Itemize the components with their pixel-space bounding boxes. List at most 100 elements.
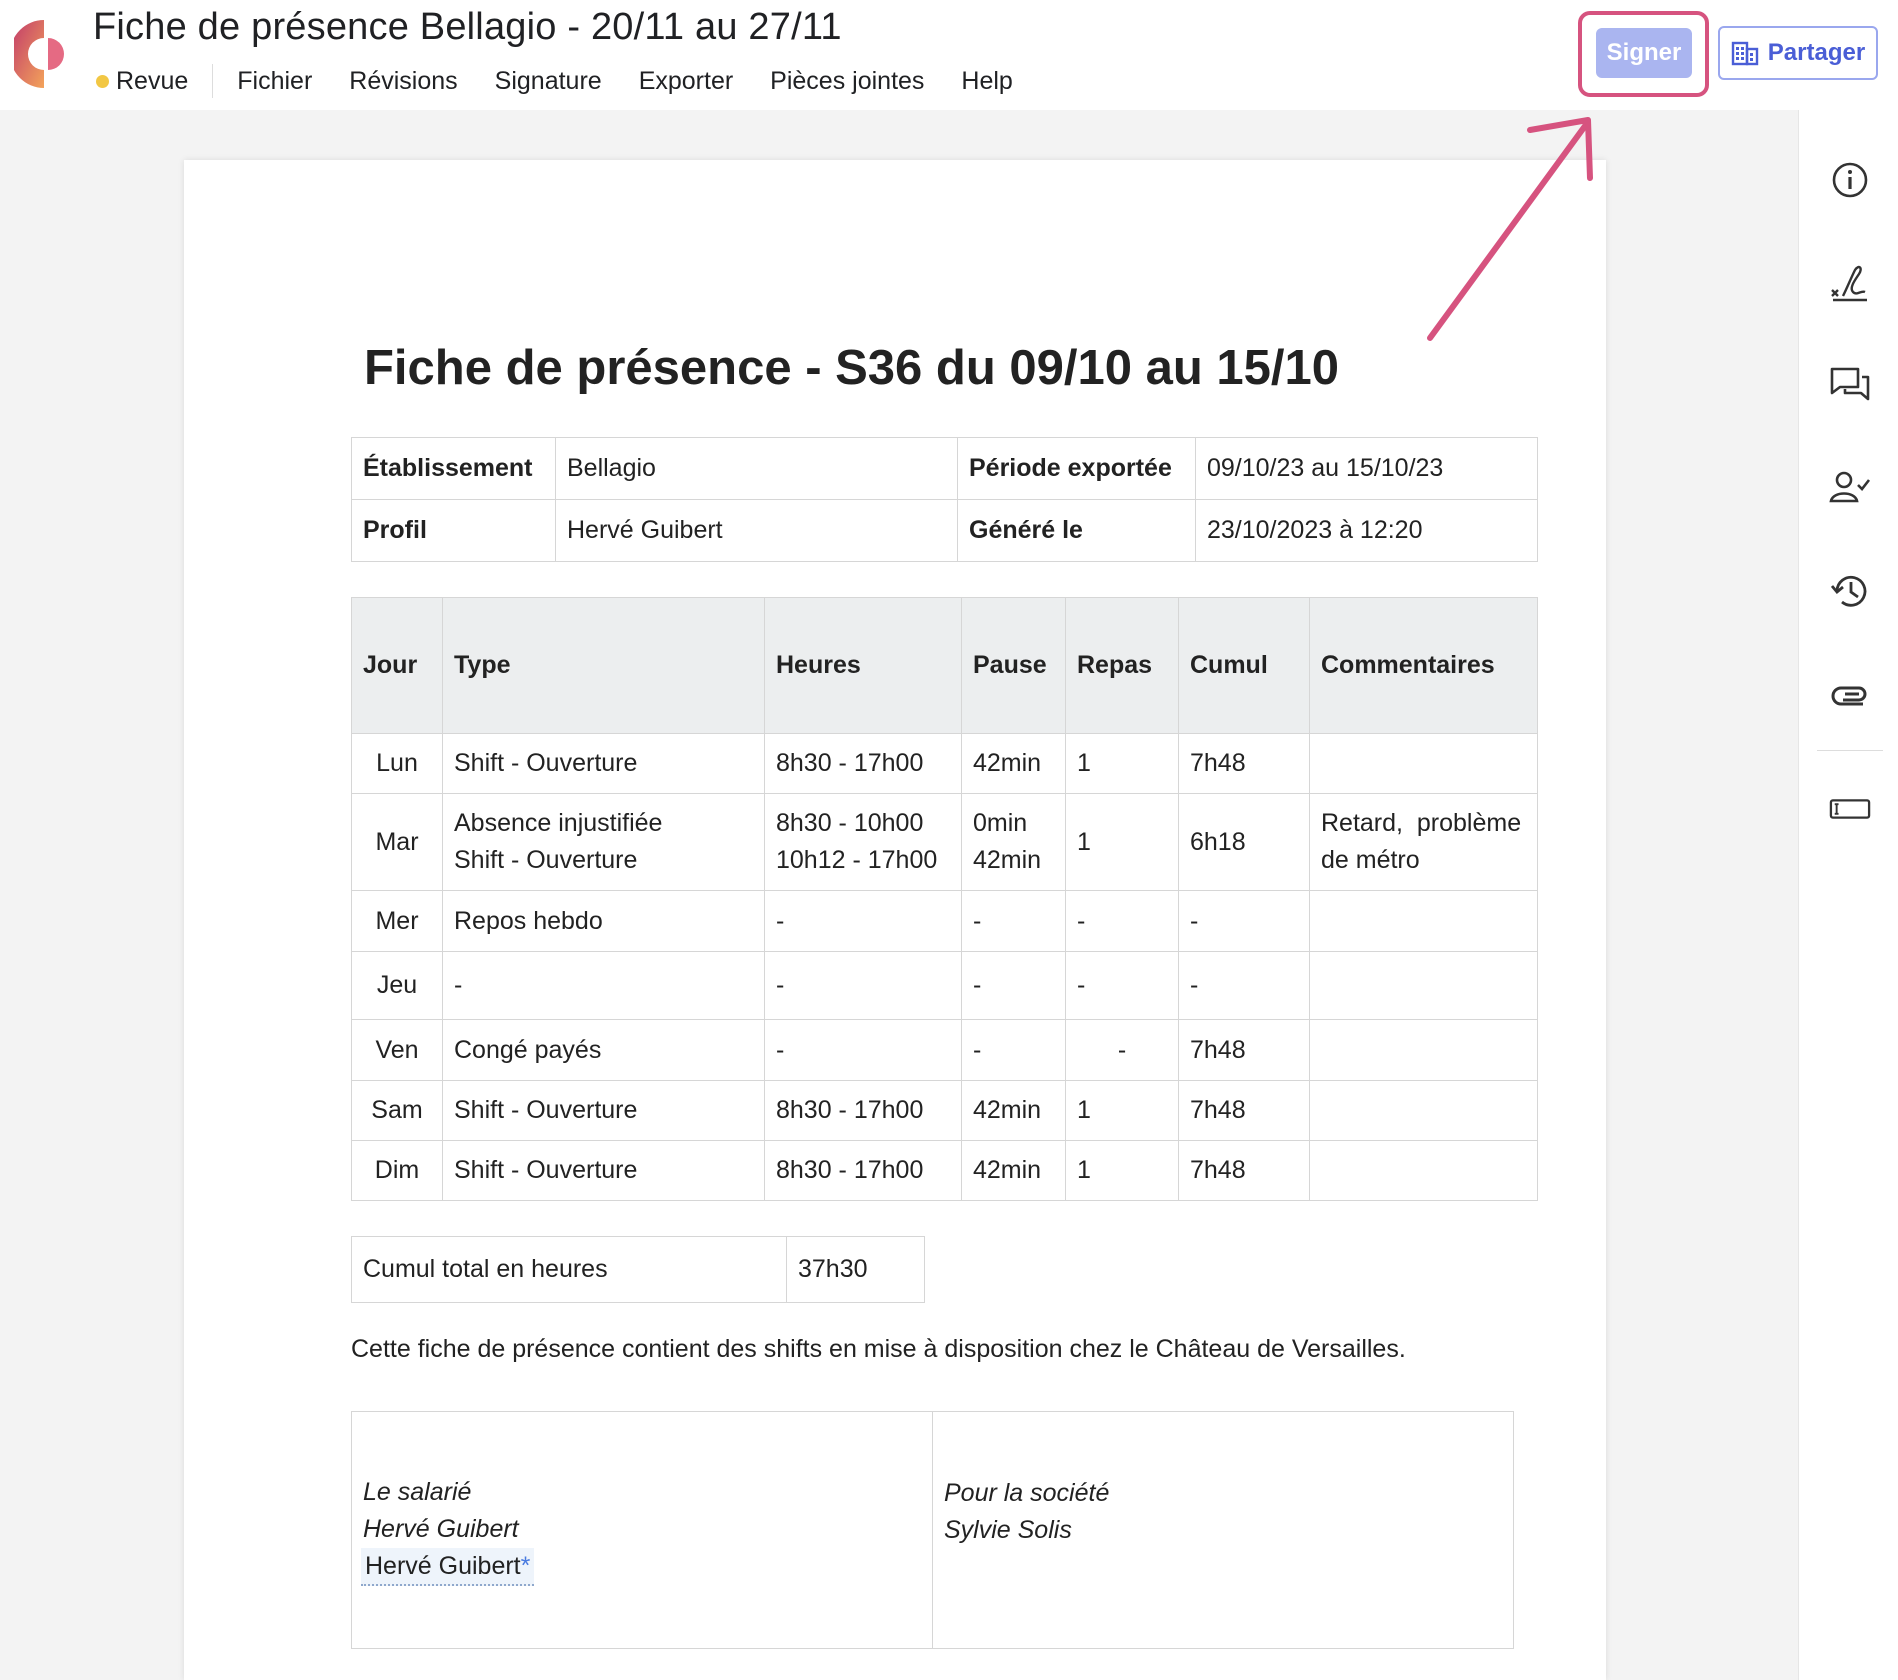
cell-cumul: - [1178, 890, 1310, 952]
genere-value: 23/10/2023 à 12:20 [1195, 499, 1538, 562]
info-row: Profil Hervé Guibert Généré le 23/10/202… [351, 499, 1538, 562]
table-row: Lun Shift - Ouverture 8h30 - 17h00 42min… [351, 733, 1538, 794]
total-table: Cumul total en heures 37h30 [351, 1236, 925, 1303]
cell-heures: 8h30 - 10h00 10h12 - 17h00 [764, 793, 962, 891]
info-table: Établissement Bellagio Période exportée … [351, 437, 1538, 562]
cell-heures: - [764, 890, 962, 952]
cell-type-line: Absence injustifiée [454, 809, 663, 837]
cell-repas: - [1065, 1019, 1179, 1081]
cell-commentaires: Retard, problème de métro [1309, 793, 1538, 891]
cell-pause: 0min 42min [961, 793, 1066, 891]
cell-repas: 1 [1065, 793, 1179, 891]
cell-type: Shift - Ouverture [442, 733, 765, 794]
text-field-icon[interactable] [1829, 788, 1871, 830]
toolbar-divider [1817, 750, 1883, 751]
app-header: Fiche de présence Bellagio - 20/11 au 27… [0, 0, 1898, 110]
app-logo [14, 20, 64, 88]
menu-fichier[interactable]: Fichier [237, 67, 312, 96]
signature-row: Le salarié Hervé Guibert Hervé Guibert* … [351, 1411, 1514, 1649]
cell-repas: - [1065, 890, 1179, 952]
cell-heures: 8h30 - 17h00 [764, 733, 962, 794]
document-note: Cette fiche de présence contient des shi… [351, 1335, 1406, 1363]
cell-jour: Mer [351, 890, 443, 952]
cell-commentaires [1309, 1140, 1538, 1201]
cell-jour: Lun [351, 733, 443, 794]
total-label: Cumul total en heures [351, 1236, 787, 1303]
cell-type: Absence injustifiée Shift - Ouverture [442, 793, 765, 891]
employee-signature-block: Le salarié Hervé Guibert Hervé Guibert* [351, 1411, 933, 1649]
menu-pieces-jointes[interactable]: Pièces jointes [770, 67, 924, 96]
cell-jour: Ven [351, 1019, 443, 1081]
cell-jour: Mar [351, 793, 443, 891]
cell-cumul: 7h48 [1178, 733, 1310, 794]
cell-cumul: 7h48 [1178, 1080, 1310, 1141]
menu-revisions[interactable]: Révisions [349, 67, 457, 96]
table-row: Mer Repos hebdo - - - - [351, 890, 1538, 952]
cell-commentaires [1309, 951, 1538, 1020]
col-header-cumul: Cumul [1178, 597, 1310, 734]
cell-heures: - [764, 951, 962, 1020]
document-heading: Fiche de présence - S36 du 09/10 au 15/1… [364, 341, 1340, 395]
col-header-repas: Repas [1065, 597, 1179, 734]
cell-heures-line: 10h12 - 17h00 [776, 846, 938, 874]
total-row: Cumul total en heures 37h30 [351, 1236, 925, 1303]
cell-pause: 42min [961, 1140, 1066, 1201]
cell-pause-line: 42min [973, 846, 1042, 874]
periode-label: Période exportée [957, 437, 1196, 500]
table-header-row: Jour Type Heures Pause Repas Cumul Comme… [351, 597, 1538, 734]
days-table: Jour Type Heures Pause Repas Cumul Comme… [351, 597, 1538, 1201]
col-header-commentaires: Commentaires [1309, 597, 1538, 734]
info-icon[interactable] [1829, 159, 1871, 201]
share-button[interactable]: Partager [1718, 26, 1878, 80]
menu-signature[interactable]: Signature [495, 67, 602, 96]
document-title[interactable]: Fiche de présence Bellagio - 20/11 au 27… [93, 6, 842, 49]
cell-heures-line: 8h30 - 10h00 [776, 809, 924, 837]
menu-exporter[interactable]: Exporter [639, 67, 733, 96]
profil-value: Hervé Guibert [555, 499, 958, 562]
cell-jour: Dim [351, 1140, 443, 1201]
cell-pause: - [961, 951, 1066, 1020]
history-icon[interactable] [1829, 570, 1871, 612]
cell-cumul: 6h18 [1178, 793, 1310, 891]
profil-label: Profil [351, 499, 556, 562]
table-row: Ven Congé payés - - - 7h48 [351, 1019, 1538, 1081]
document-page: Fiche de présence - S36 du 09/10 au 15/1… [184, 160, 1606, 1680]
cell-pause: - [961, 890, 1066, 952]
cell-cumul: 7h48 [1178, 1140, 1310, 1201]
employee-signature-field[interactable]: Hervé Guibert* [361, 1548, 535, 1586]
share-button-label: Partager [1767, 39, 1866, 66]
info-row: Établissement Bellagio Période exportée … [351, 437, 1538, 500]
cell-pause: - [961, 1019, 1066, 1081]
cell-repas: 1 [1065, 1140, 1179, 1201]
etablissement-value: Bellagio [555, 437, 958, 500]
company-signature-block: Pour la société Sylvie Solis [932, 1411, 1514, 1649]
cell-heures: - [764, 1019, 962, 1081]
building-icon [1731, 41, 1758, 66]
comments-icon[interactable] [1829, 364, 1871, 406]
etablissement-label: Établissement [351, 437, 556, 500]
cell-repas: 1 [1065, 733, 1179, 794]
table-row: Mar Absence injustifiée Shift - Ouvertur… [351, 793, 1538, 891]
cell-repas: - [1065, 951, 1179, 1020]
cell-jour: Jeu [351, 951, 443, 1020]
sign-button[interactable]: Signer [1596, 28, 1692, 78]
cell-type: Congé payés [442, 1019, 765, 1081]
cell-pause: 42min [961, 733, 1066, 794]
table-row: Jeu - - - - - [351, 951, 1538, 1020]
cell-pause: 42min [961, 1080, 1066, 1141]
cell-type: Shift - Ouverture [442, 1080, 765, 1141]
menu-help[interactable]: Help [961, 67, 1012, 96]
paperclip-icon[interactable] [1829, 673, 1871, 715]
cell-cumul: - [1178, 951, 1310, 1020]
status-label: Revue [116, 66, 189, 95]
signature-icon[interactable] [1829, 262, 1871, 304]
user-check-icon[interactable] [1829, 467, 1871, 509]
sign-button-label: Signer [1606, 39, 1682, 66]
cell-jour: Sam [351, 1080, 443, 1141]
cell-commentaires [1309, 1080, 1538, 1141]
annotation-arrow [1427, 117, 1593, 341]
menu-divider [212, 64, 214, 98]
col-header-heures: Heures [764, 597, 962, 734]
cell-type: Repos hebdo [442, 890, 765, 952]
company-title: Pour la société [944, 1478, 1110, 1507]
